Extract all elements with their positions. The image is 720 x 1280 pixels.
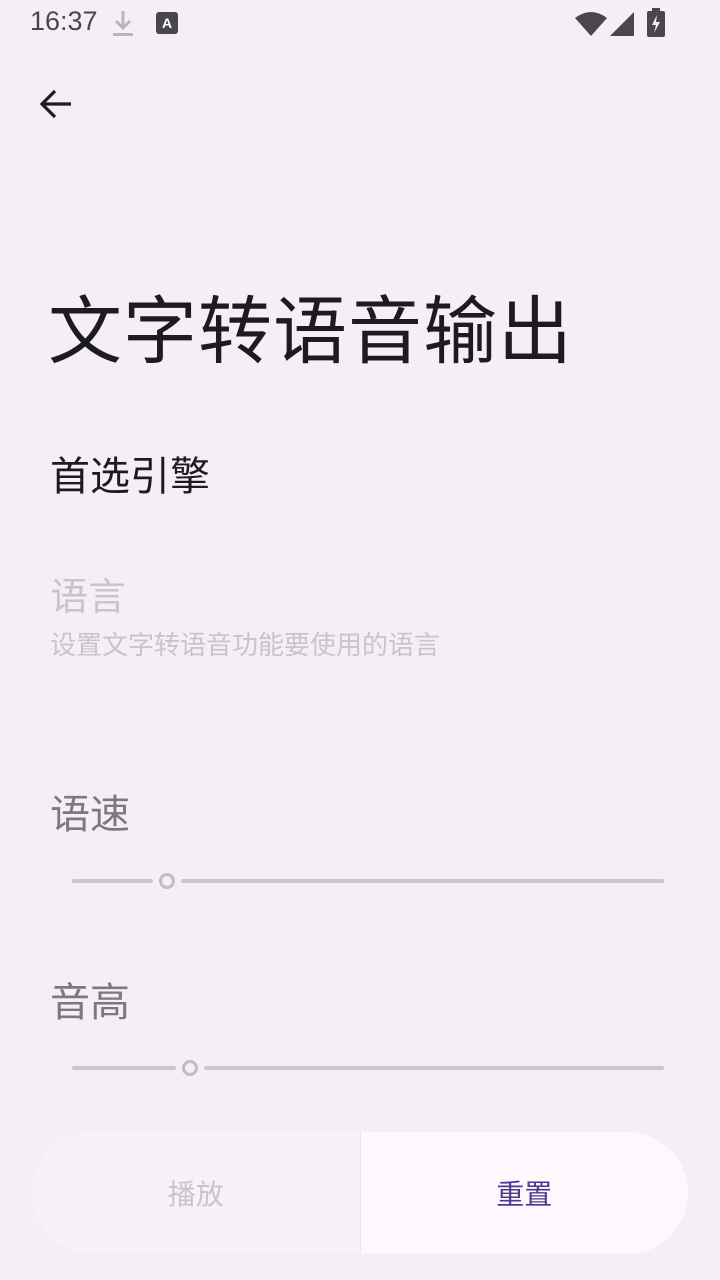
speech-rate-slider[interactable] bbox=[72, 869, 664, 893]
language-summary: 设置文字转语音功能要使用的语言 bbox=[50, 631, 441, 661]
language-item: 语言 设置文字转语音功能要使用的语言 bbox=[50, 566, 670, 662]
download-icon bbox=[113, 11, 133, 36]
language-title: 语言 bbox=[50, 575, 127, 619]
reset-button[interactable]: 重置 bbox=[360, 1132, 688, 1254]
action-button-bar: 播放 重置 bbox=[32, 1132, 688, 1254]
status-time: 16:37 bbox=[30, 6, 98, 36]
a-notification-icon: A bbox=[156, 12, 178, 34]
pitch-track-active bbox=[72, 1066, 176, 1070]
back-button[interactable] bbox=[28, 80, 84, 128]
signal-icon bbox=[610, 12, 634, 36]
speech-rate-thumb[interactable] bbox=[159, 873, 175, 889]
speech-rate-track-inactive bbox=[181, 879, 664, 883]
status-bar: 16:37 A bbox=[0, 0, 720, 48]
speech-rate-track-active bbox=[72, 879, 153, 883]
preferred-engine-item[interactable]: 首选引擎 bbox=[50, 444, 670, 502]
pitch-track-inactive bbox=[204, 1066, 664, 1070]
page-title: 文字转语音输出 bbox=[48, 289, 573, 375]
pitch-label: 音高 bbox=[50, 980, 130, 1026]
arrow-left-icon bbox=[39, 89, 71, 119]
battery-charging-icon bbox=[647, 8, 665, 37]
speech-rate-label: 语速 bbox=[50, 792, 130, 838]
wifi-icon bbox=[575, 12, 607, 36]
pitch-slider[interactable] bbox=[72, 1056, 664, 1080]
pitch-thumb[interactable] bbox=[182, 1060, 198, 1076]
play-button[interactable]: 播放 bbox=[32, 1132, 361, 1254]
